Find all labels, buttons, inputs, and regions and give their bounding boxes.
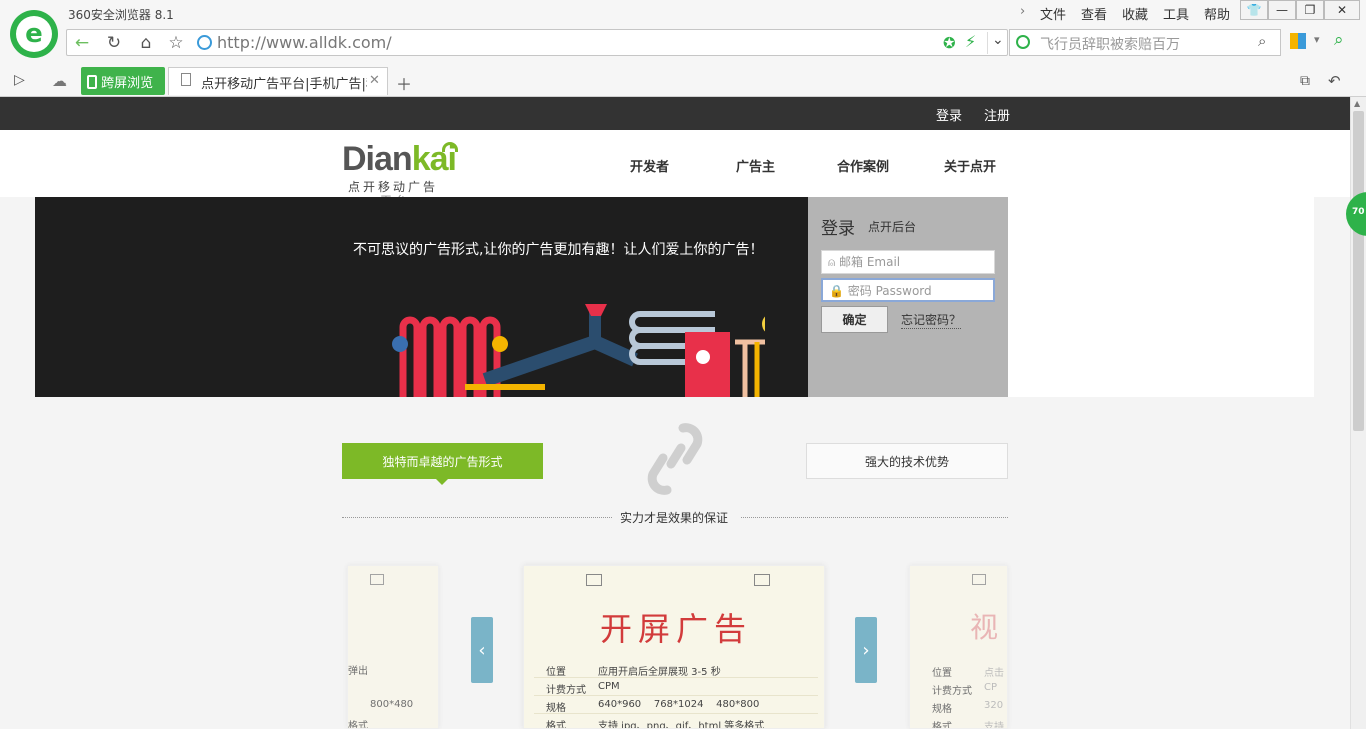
url-text[interactable]: http://www.alldk.com/ (217, 33, 392, 52)
tab-title: 点开移动广告平台|手机广告|移动 (201, 77, 367, 92)
card-spec-table: 位置 应用开启后全屏展现 3-5 秒 计费方式 CPM 规格 640*960 7… (534, 660, 818, 729)
banner-right-space (1008, 197, 1314, 397)
phone-icon (87, 75, 97, 89)
speed-mode-icon[interactable]: ⚡ (965, 32, 976, 51)
hero-banner: 不可思议的广告形式,让你的广告更加有趣！让人们爱上你的广告！ (35, 197, 808, 397)
spec-row: 计费方式 CPM (534, 678, 818, 696)
menu-help[interactable]: 帮助 (1204, 4, 1230, 23)
card-corner-icon (972, 574, 986, 585)
tab-list-icon[interactable]: ⧉ (1300, 73, 1310, 89)
scroll-up-icon[interactable]: ▲ (1354, 99, 1360, 108)
spec-row: 位置 应用开启后全屏展现 3-5 秒 (534, 660, 818, 678)
spec-row: 规格 640*960 768*1024 480*800 (534, 696, 818, 714)
logo-brand-a: Dian (342, 140, 413, 178)
login-subtitle: 点开后台 (868, 220, 917, 234)
card-corner-icon-left (586, 574, 602, 586)
address-bar[interactable]: ← ↻ ⌂ ☆ http://www.alldk.com/ ✪ ⚡ ⌄ (66, 29, 1008, 56)
machine-illustration (392, 304, 765, 397)
search-box[interactable]: 飞行员辞职被索赔百万 ⌕ (1009, 29, 1281, 56)
site-header (0, 130, 1350, 197)
menu-tools[interactable]: 工具 (1163, 4, 1189, 23)
tab-active[interactable]: 点开移动广告平台|手机广告|移动 ✕ (168, 67, 388, 95)
card-corner-icon (370, 574, 384, 585)
new-tab-icon[interactable]: ＋ (396, 71, 412, 95)
menu-view[interactable]: 查看 (1081, 4, 1107, 23)
refresh-icon[interactable]: ↻ (101, 30, 127, 55)
home-icon[interactable]: ⌂ (133, 30, 159, 55)
page-icon (181, 73, 191, 86)
password-placeholder: 密码 Password (847, 284, 932, 298)
user-icon: ⍝ (828, 255, 836, 269)
card-corner-icon-right (754, 574, 770, 586)
logo-tagline: 点开移动广告 (348, 180, 439, 194)
cloud-icon[interactable]: ☁ (52, 72, 67, 90)
nav-cases[interactable]: 合作案例 (837, 156, 889, 175)
search-engine-icon[interactable] (1016, 35, 1030, 49)
nav-advertiser[interactable]: 广告主 (736, 156, 775, 175)
login-title: 登录 (821, 219, 855, 239)
apps-dropdown-icon[interactable]: ▾ (1314, 33, 1320, 46)
site-globe-icon (197, 35, 212, 50)
scroll-thumb[interactable] (1353, 111, 1364, 431)
menu-chevron-icon[interactable]: › (1020, 4, 1025, 19)
link-chain-icon (647, 423, 703, 495)
submit-button[interactable]: 确定 (821, 306, 888, 333)
floating-speed-badge[interactable]: 70 (1346, 192, 1366, 236)
ad-card-main[interactable]: 开屏广告 位置 应用开启后全屏展现 3-5 秒 计费方式 CPM 规格 640*… (523, 565, 825, 729)
skin-icon[interactable]: 👕 (1240, 0, 1268, 20)
browser-chrome: e 360安全浏览器 8.1 › 文件 查看 收藏 工具 帮助 👕 — ❐ ✕ … (0, 0, 1366, 97)
password-field[interactable]: 🔒 密码 Password (821, 278, 995, 302)
forgot-password-link[interactable]: 忘记密码？ (901, 311, 962, 329)
menu-file[interactable]: 文件 (1040, 4, 1066, 23)
card-title: 开屏广告 (600, 610, 753, 648)
register-link[interactable]: 注册 (984, 105, 1010, 124)
search-icon[interactable]: ⌕ (1258, 32, 1266, 50)
security-icon[interactable]: ✪ (943, 34, 956, 52)
ad-card-right[interactable]: 视 位置 点击 计费方式 CP 规格 320 格式 支持 (909, 565, 1008, 729)
email-field[interactable]: ⍝ 邮箱 Email (821, 250, 995, 274)
login-link[interactable]: 登录 (936, 105, 962, 124)
back-icon[interactable]: ← (69, 30, 95, 55)
ad-card-left[interactable]: 弹出 800*480 格式 (347, 565, 439, 729)
browser-logo-icon: e (10, 10, 58, 58)
carousel-next-button[interactable]: › (855, 617, 877, 683)
spec-row: 格式 支持 jpg、png、gif、html 等多格式 (546, 721, 765, 729)
browser-title: 360安全浏览器 8.1 (68, 8, 174, 22)
wifi-icon (442, 142, 458, 152)
tab-tech-advantages[interactable]: 强大的技术优势 (806, 443, 1008, 479)
tab-ad-formats[interactable]: 独特而卓越的广告形式 (342, 443, 543, 479)
tab-cross-screen[interactable]: 跨屏浏览 (81, 67, 165, 95)
maximize-button[interactable]: ❐ (1296, 0, 1324, 20)
divider-text: 实力才是效果的保证 (620, 511, 729, 525)
url-dropdown-icon[interactable]: ⌄ (987, 32, 1004, 54)
divider-left (342, 517, 612, 518)
minimize-button[interactable]: — (1268, 0, 1296, 20)
tab-cross-screen-label: 跨屏浏览 (101, 76, 154, 91)
nav-about[interactable]: 关于点开 (944, 156, 996, 175)
favorite-star-icon[interactable]: ☆ (163, 30, 189, 55)
sidebar-toggle-icon[interactable]: ▷ (14, 72, 25, 88)
banner-slogan: 不可思议的广告形式,让你的广告更加有趣！让人们爱上你的广告！ (353, 242, 764, 258)
nav-developer[interactable]: 开发者 (630, 156, 669, 175)
active-tab-pointer (436, 479, 448, 485)
site-topbar: 登录 注册 (0, 97, 1350, 130)
carousel-prev-button[interactable]: ‹ (471, 617, 493, 683)
zoom-icon[interactable]: ⌕ (1334, 30, 1344, 50)
menu-favorites[interactable]: 收藏 (1122, 4, 1148, 23)
apps-icon[interactable] (1290, 33, 1306, 49)
search-input[interactable]: 飞行员辞职被索赔百万 (1040, 34, 1180, 54)
email-placeholder: 邮箱 Email (839, 255, 901, 269)
undo-close-icon[interactable]: ↶ (1328, 72, 1341, 90)
tab-close-icon[interactable]: ✕ (369, 73, 380, 88)
close-button[interactable]: ✕ (1324, 0, 1360, 20)
divider-right (741, 517, 1008, 518)
lock-icon: 🔒 (829, 284, 844, 298)
